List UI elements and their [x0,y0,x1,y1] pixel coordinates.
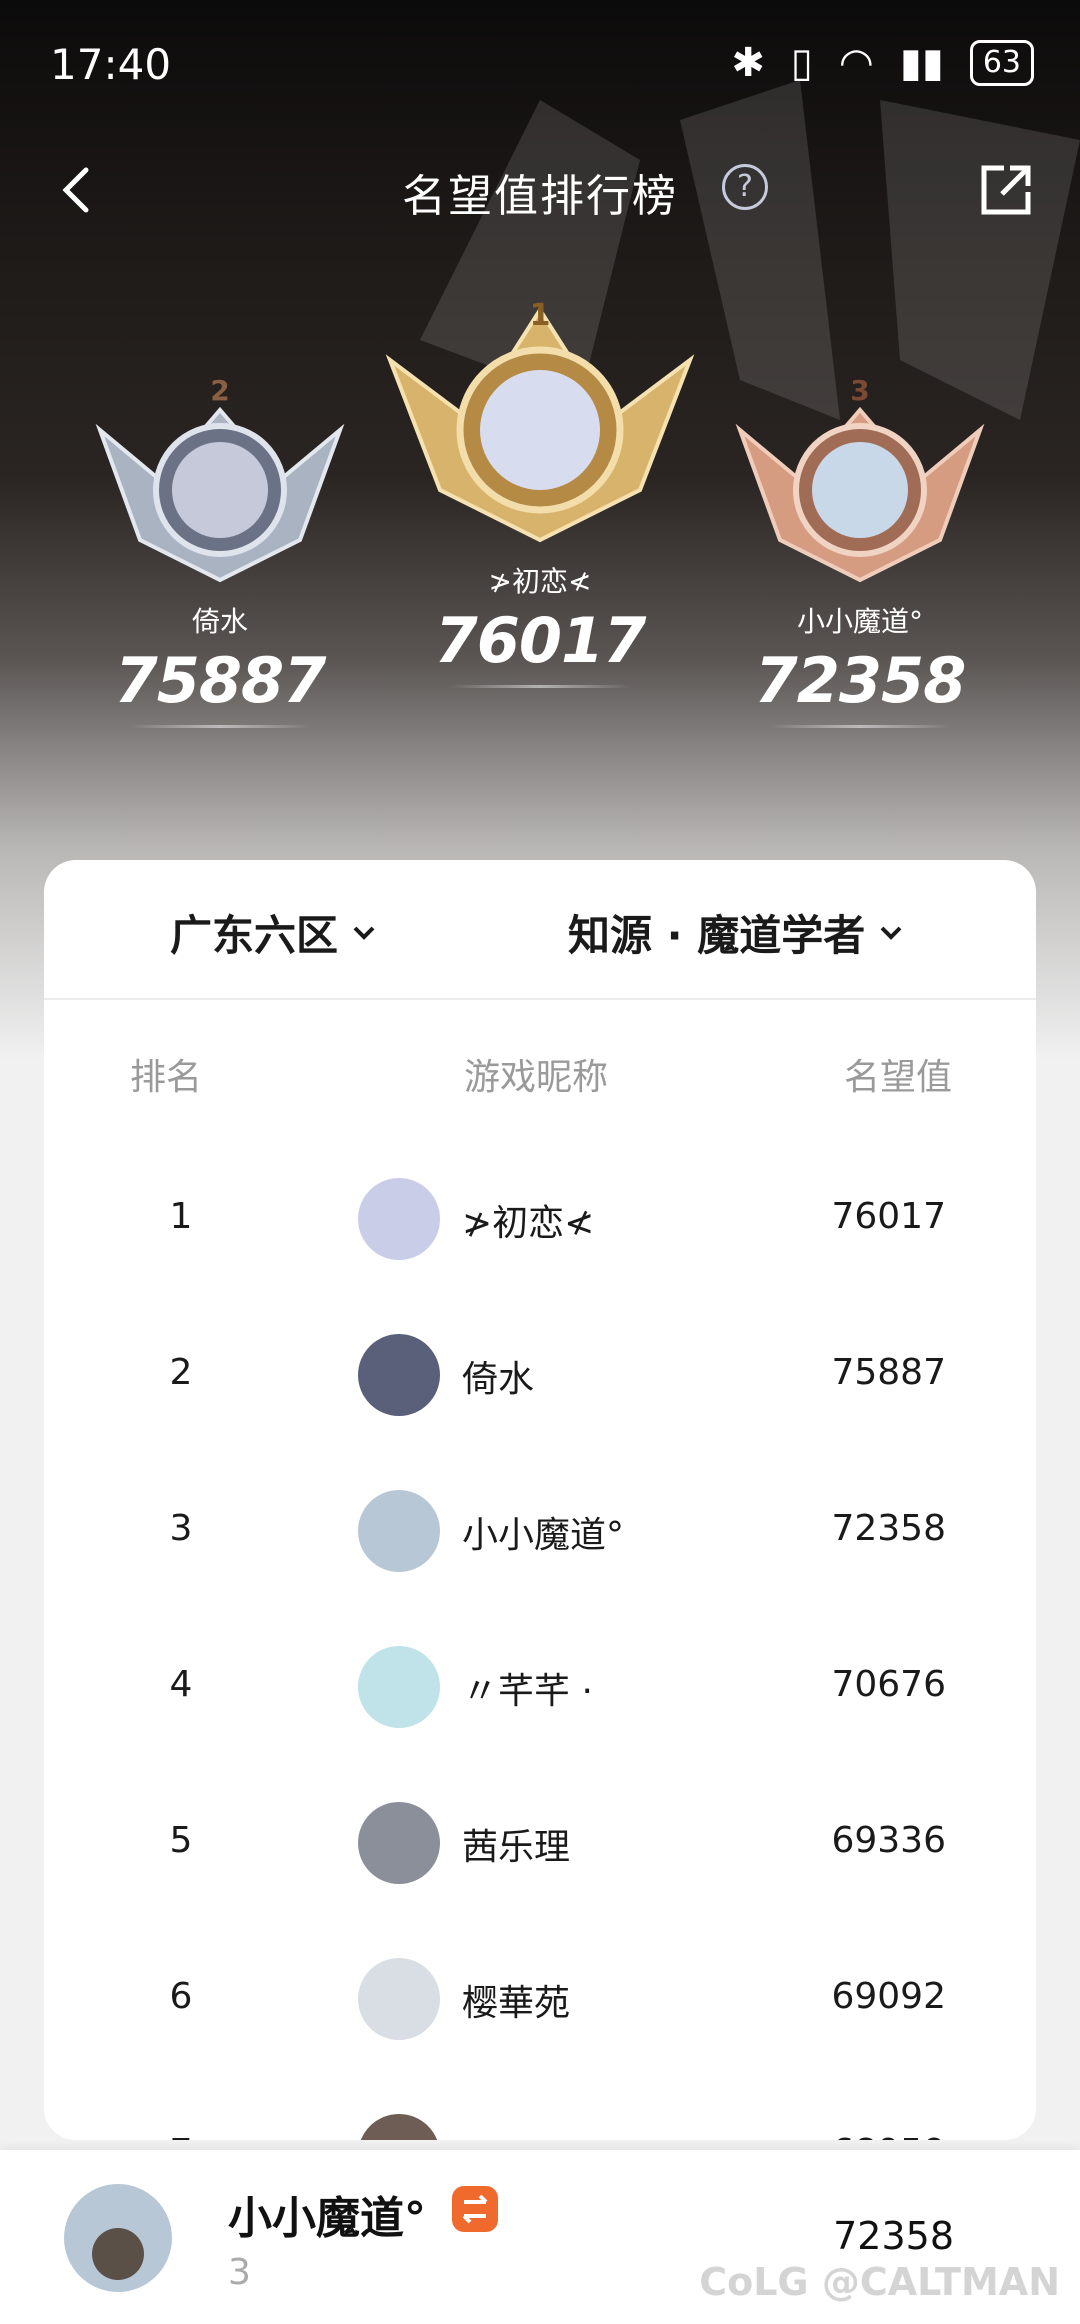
avatar [358,1334,440,1416]
avatar [358,2114,440,2140]
column-reputation: 名望值 [843,1057,952,1098]
podium-first[interactable]: 1 ≯初恋≮ 76017 [370,280,710,688]
my-score: 72358 [833,2214,954,2258]
row-name: 〃芊芊 · [462,1671,593,1712]
podium-third[interactable]: 3 小小魔道° 72358 [720,370,1000,728]
row-score: 76017 [831,1196,946,1237]
podium-score: 75887 [114,644,327,717]
table-row[interactable]: 2 倚水 75887 [44,1296,1036,1452]
row-score: 69092 [831,1976,946,2017]
share-icon[interactable] [976,160,1036,220]
avatar [358,1178,440,1260]
leaderboard-list: 1 ≯初恋≮ 76017 2 倚水 75887 3 小小魔道° 72358 4 … [44,1140,1036,2140]
my-name: 小小魔道° [228,2193,426,2244]
podium-score: 76017 [434,604,647,677]
row-rank: 1 [169,1196,193,1237]
table-row[interactable]: 3 小小魔道° 72358 [44,1452,1036,1608]
podium-name: 倚水 [191,605,248,638]
table-header: 排名 游戏昵称 名望值 [44,1000,1036,1140]
column-rank: 排名 [130,1057,203,1098]
podium-score: 72358 [754,644,967,717]
filter-bar: 广东六区 知源 · 魔道学者 [44,860,1036,1000]
bronze-badge-icon: 3 [735,374,985,583]
table-row[interactable]: 1 ≯初恋≮ 76017 [44,1140,1036,1296]
my-rank-bar[interactable]: 小小魔道° 3 72358 CoLG @CALTMAN [0,2150,1080,2324]
status-icons: ✱ ▯ ◠ ▮▮ 63 [731,40,1034,86]
divider [130,725,310,728]
row-score: 68959 [831,2132,946,2140]
table-row[interactable]: 6 樱華苑 69092 [44,1920,1036,2076]
title-label: 知源 · 魔道学者 [568,911,866,960]
row-name: 倚水 [462,1359,535,1400]
status-time: 17:40 [50,40,172,89]
row-score: 75887 [831,1352,946,1393]
podium-rank-3: 3 [850,374,869,407]
region-label: 广东六区 [170,911,339,960]
row-rank: 2 [169,1352,193,1393]
chevron-down-icon [880,926,902,940]
podium-rank-2: 2 [210,374,229,407]
table-row[interactable]: 5 茜乐理 69336 [44,1764,1036,1920]
row-name: 茜乐理 [462,1827,571,1868]
podium-name: ≯初恋≮ [488,565,592,598]
row-rank: 7 [156,2132,206,2140]
region-dropdown[interactable]: 广东六区 [170,902,378,963]
row-score: 72358 [831,1508,946,1549]
battery-icon: 63 [969,40,1034,86]
row-name: 小小魔道° [462,1515,625,1556]
column-nickname: 游戏昵称 [464,1057,609,1098]
status-bar: 17:40 ✱ ▯ ◠ ▮▮ 63 [0,0,1080,130]
row-name: 安提の境界線 [462,2130,678,2140]
my-rank: 3 [228,2252,251,2293]
page-title: 名望值排行榜 [402,171,678,222]
avatar [358,1802,440,1884]
podium-name: 小小魔道° [796,605,923,638]
bluetooth-icon: ✱ [731,40,765,86]
signal-icon: ▮▮ [899,40,944,86]
row-rank: 5 [169,1820,193,1861]
row-score: 70676 [831,1664,946,1705]
avatar [358,1958,440,2040]
watermark: CoLG @CALTMAN [699,2260,1060,2304]
avatar [358,1646,440,1728]
swap-icon[interactable] [452,2186,498,2232]
row-rank: 3 [169,1508,193,1549]
podium-second[interactable]: 2 倚水 75887 [80,370,360,728]
row-rank: 4 [169,1664,193,1705]
leaderboard-card: 广东六区 知源 · 魔道学者 排名 游戏昵称 名望值 1 ≯初恋≮ 76017 … [44,860,1036,2140]
top-three-podium: 2 倚水 75887 1 ≯初恋≮ 76017 3 小小魔道° 72358 [0,270,1080,770]
nav-bar: 名望值排行榜 ? [0,140,1080,240]
wifi-icon: ◠ [838,40,874,86]
table-row[interactable]: 7 安提の境界線 68959 [44,2076,1036,2140]
divider [450,685,630,688]
row-rank: 6 [169,1976,193,2017]
gold-badge-icon: 1 [385,298,695,543]
title-dropdown[interactable]: 知源 · 魔道学者 [568,902,905,963]
row-name: ≯初恋≮ [462,1203,595,1244]
divider [770,725,950,728]
podium-rank-1: 1 [530,298,551,333]
help-icon[interactable]: ? [722,164,768,210]
table-row[interactable]: 4 〃芊芊 · 70676 [44,1608,1036,1764]
avatar [64,2184,172,2292]
vibrate-icon: ▯ [790,40,813,86]
silver-badge-icon: 2 [95,374,345,583]
avatar [358,1490,440,1572]
row-score: 69336 [831,1820,946,1861]
row-name: 樱華苑 [462,1983,571,2024]
chevron-down-icon [353,926,375,940]
